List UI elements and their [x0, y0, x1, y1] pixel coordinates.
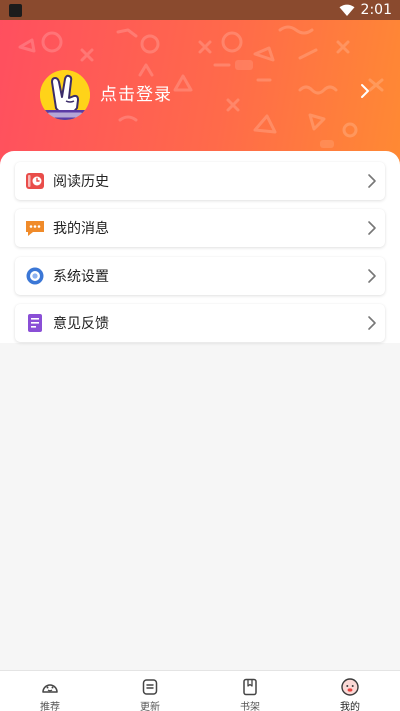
menu-item-reading-history[interactable]: 阅读历史 [15, 162, 385, 200]
update-list-icon [140, 677, 160, 697]
menu-item-label: 我的消息 [53, 221, 109, 237]
menu-item-system-settings[interactable]: 系统设置 [15, 257, 385, 295]
menu-item-feedback[interactable]: 意见反馈 [15, 304, 385, 342]
nav-tab-label: 更新 [140, 702, 160, 711]
wifi-icon [339, 4, 355, 16]
nav-tab-recommend[interactable]: 推荐 [0, 671, 100, 711]
status-bar: 2:01 [0, 0, 400, 20]
nav-tab-update[interactable]: 更新 [100, 671, 200, 711]
chevron-right-icon [368, 316, 376, 330]
menu-item-my-messages[interactable]: 我的消息 [15, 209, 385, 247]
chevron-right-icon[interactable] [359, 83, 371, 99]
status-time: 2:01 [360, 2, 392, 18]
bookshelf-icon [240, 677, 260, 697]
menu-item-label: 意见反馈 [53, 316, 109, 332]
nav-tab-label: 推荐 [40, 702, 60, 711]
profile-face-icon [340, 677, 360, 697]
nav-tab-mine[interactable]: 我的 [300, 671, 400, 711]
nav-tab-label: 书架 [240, 702, 260, 711]
history-clock-icon [25, 171, 45, 191]
message-bubble-icon [25, 218, 45, 238]
status-right-group: 2:01 [339, 2, 392, 18]
victory-hand-avatar [40, 70, 90, 120]
bottom-navigation: 推荐 更新 书架 我的 [0, 670, 400, 711]
nav-tab-label: 我的 [340, 702, 360, 711]
menu-item-label: 系统设置 [53, 269, 109, 285]
chevron-right-icon [368, 269, 376, 283]
avatar[interactable] [40, 70, 90, 120]
chevron-right-icon [368, 221, 376, 235]
settings-dial-icon [25, 266, 45, 286]
recommend-face-icon [40, 677, 60, 697]
menu-item-label: 阅读历史 [53, 174, 109, 190]
chevron-right-icon [368, 174, 376, 188]
nav-tab-bookshelf[interactable]: 书架 [200, 671, 300, 711]
content-area: 阅读历史 我的消息 系统设置 意见反馈 [0, 151, 400, 671]
login-prompt-link[interactable]: 点击登录 [100, 80, 172, 105]
app-notification-icon [9, 3, 22, 17]
feedback-document-icon [25, 313, 45, 333]
